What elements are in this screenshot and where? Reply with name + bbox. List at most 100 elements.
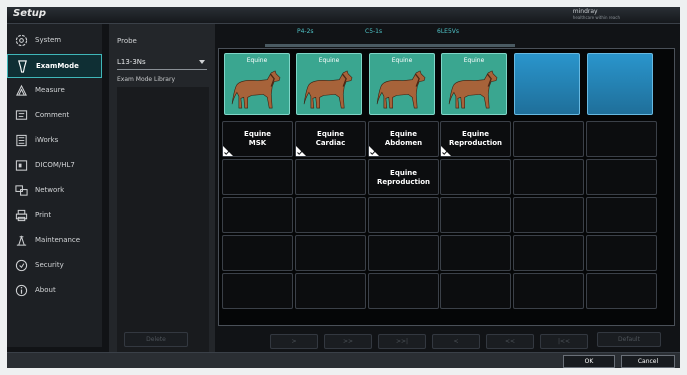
move-right-button[interactable]: > <box>270 334 318 349</box>
sidebar-item-system[interactable]: System <box>7 29 102 53</box>
exam-mode-cell-empty[interactable] <box>513 121 584 157</box>
exam-mode-cell-empty[interactable] <box>295 197 366 233</box>
tab-underline <box>265 44 515 47</box>
setup-window: Setup mindray healthcare within reach Sy… <box>7 7 680 368</box>
mode-label: Equine MSK <box>244 130 271 147</box>
thumb-equine-2[interactable]: Equine <box>296 53 362 115</box>
exam-mode-cell-empty[interactable] <box>368 273 439 309</box>
action-bar: Delete > >> >>| < << |<< Default <box>7 325 680 349</box>
probe-label: Probe <box>117 37 137 45</box>
sidebar-item-label: DICOM/HL7 <box>35 161 75 169</box>
security-icon <box>15 259 28 272</box>
tab-p4-2s[interactable]: P4-2s <box>297 28 314 35</box>
network-icon <box>15 184 28 197</box>
thumb-equine-1[interactable]: Equine <box>224 53 290 115</box>
exam-mode-cell-empty[interactable] <box>295 273 366 309</box>
title-bar: Setup mindray healthcare within reach <box>7 7 680 24</box>
probe-panel: Probe L13-3Ns Exam Mode Library <box>109 24 215 352</box>
brand-logo: mindray healthcare within reach <box>572 8 620 21</box>
exam-mode-library-label: Exam Mode Library <box>117 76 176 83</box>
move-left-page-button[interactable]: << <box>486 334 534 349</box>
sidebar-item-label: Maintenance <box>35 236 81 244</box>
thumb-equine-4[interactable]: Equine <box>441 53 507 115</box>
exam-mode-equine-reproduction-library[interactable]: Equine Reproduction <box>368 159 439 195</box>
sidebar-item-label: Security <box>35 261 64 269</box>
ok-button[interactable]: OK <box>563 355 615 368</box>
thumb-empty-2[interactable] <box>587 53 653 115</box>
exam-mode-equine-msk[interactable]: Equine MSK <box>222 121 293 157</box>
check-corner-icon <box>369 146 379 156</box>
gear-icon <box>15 34 28 47</box>
exam-mode-cell-empty[interactable] <box>440 273 511 309</box>
exam-mode-cell-empty[interactable] <box>222 273 293 309</box>
window-title: Setup <box>13 8 47 19</box>
thumb-label: Equine <box>463 57 485 64</box>
exam-mode-cell-empty[interactable] <box>513 159 584 195</box>
exam-mode-cell-empty[interactable] <box>440 235 511 271</box>
exam-mode-cell-empty[interactable] <box>222 235 293 271</box>
sidebar-item-label: iWorks <box>35 136 59 144</box>
sidebar-item-label: About <box>35 286 56 294</box>
default-button[interactable]: Default <box>597 332 661 347</box>
print-icon <box>15 209 28 222</box>
mode-label: Equine Reproduction <box>376 169 431 186</box>
exam-mode-cell-empty[interactable] <box>368 235 439 271</box>
horse-icon <box>303 70 353 109</box>
sidebar-item-maintenance[interactable]: Maintenance <box>7 229 102 253</box>
sidebar-item-network[interactable]: Network <box>7 179 102 203</box>
sidebar-item-iworks[interactable]: iWorks <box>7 129 102 153</box>
sidebar-item-measure[interactable]: Measure <box>7 79 102 103</box>
exam-mode-library-list[interactable] <box>117 87 209 352</box>
thumb-label: Equine <box>391 57 413 64</box>
exam-mode-cell-empty[interactable] <box>513 197 584 233</box>
probe-tabs: P4-2s C5-1s 6LE5Vs <box>225 28 515 40</box>
dialog-footer: OK Cancel <box>7 352 680 368</box>
exam-mode-cell-empty[interactable] <box>586 159 657 195</box>
exam-mode-cell-empty[interactable] <box>222 197 293 233</box>
sidebar-item-comment[interactable]: Comment <box>7 104 102 128</box>
tab-6le5vs[interactable]: 6LE5Vs <box>437 28 459 35</box>
delete-button[interactable]: Delete <box>124 332 188 347</box>
thumb-equine-3[interactable]: Equine <box>369 53 435 115</box>
exam-mode-cell-empty[interactable] <box>368 197 439 233</box>
exam-mode-equine-abdomen[interactable]: Equine Abdomen <box>368 121 439 157</box>
exam-mode-cell-empty[interactable] <box>586 197 657 233</box>
exam-mode-cell-empty[interactable] <box>295 159 366 195</box>
probe-select[interactable]: L13-3Ns <box>117 57 207 70</box>
move-left-button[interactable]: < <box>432 334 480 349</box>
exam-mode-cell-empty[interactable] <box>586 121 657 157</box>
info-icon <box>15 284 28 297</box>
sidebar-item-label: ExamMode <box>36 62 79 70</box>
thumb-label: Equine <box>246 57 268 64</box>
exam-mode-equine-cardiac[interactable]: Equine Cardiac <box>295 121 366 157</box>
exam-mode-cell-empty[interactable] <box>586 273 657 309</box>
sidebar: System ExamMode Measure Comment iWorks D… <box>7 24 102 347</box>
exam-mode-cell-empty[interactable] <box>513 273 584 309</box>
move-last-button[interactable]: >>| <box>378 334 426 349</box>
exam-mode-cell-empty[interactable] <box>513 235 584 271</box>
exam-mode-cell-empty[interactable] <box>222 159 293 195</box>
tab-c5-1s[interactable]: C5-1s <box>365 28 382 35</box>
horse-icon <box>231 70 281 109</box>
exam-mode-cell-empty[interactable] <box>295 235 366 271</box>
horse-icon <box>376 70 426 109</box>
sidebar-item-about[interactable]: About <box>7 279 102 303</box>
exam-mode-grid: Equine Equine Equine Equine Equine MSK Eq… <box>218 48 675 326</box>
exam-mode-cell-empty[interactable] <box>586 235 657 271</box>
move-first-button[interactable]: |<< <box>540 334 588 349</box>
move-right-page-button[interactable]: >> <box>324 334 372 349</box>
cancel-button[interactable]: Cancel <box>621 355 675 368</box>
mode-label: Equine Abdomen <box>384 130 423 147</box>
sidebar-item-exammode[interactable]: ExamMode <box>7 54 102 78</box>
check-corner-icon <box>441 146 451 156</box>
exam-mode-cell-empty[interactable] <box>440 159 511 195</box>
sidebar-item-dicom[interactable]: DICOM/HL7 <box>7 154 102 178</box>
thumb-empty-1[interactable] <box>514 53 580 115</box>
exam-mode-cell-empty[interactable] <box>440 197 511 233</box>
sidebar-item-security[interactable]: Security <box>7 254 102 278</box>
sidebar-item-label: Measure <box>35 86 65 94</box>
dicom-icon <box>15 159 28 172</box>
comment-icon <box>15 109 28 122</box>
exam-mode-equine-reproduction[interactable]: Equine Reproduction <box>440 121 511 157</box>
sidebar-item-print[interactable]: Print <box>7 204 102 228</box>
